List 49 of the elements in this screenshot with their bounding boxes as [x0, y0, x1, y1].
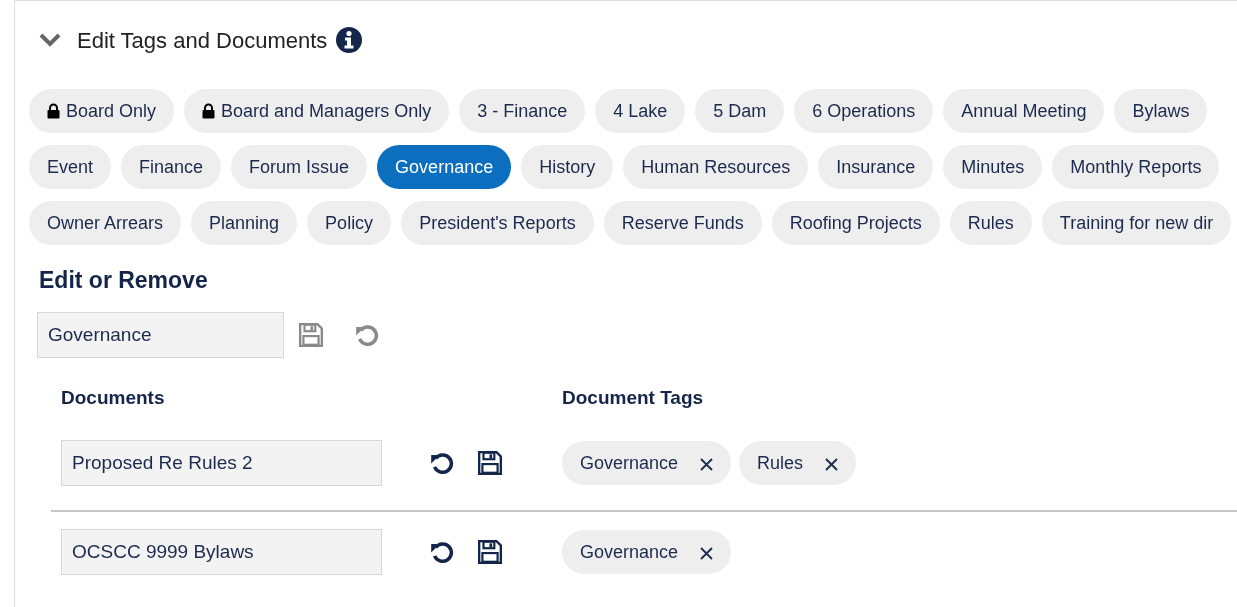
document-name-field[interactable]: Proposed Re Rules 2 — [61, 440, 382, 486]
section-heading: Edit or Remove — [39, 266, 209, 295]
tag-chip[interactable]: Training for new dir — [1041, 201, 1232, 245]
tag-chip[interactable]: Annual Meeting — [943, 89, 1105, 133]
close-icon — [825, 458, 839, 472]
tag-chip[interactable]: Roofing Projects — [771, 201, 940, 245]
document-name-field[interactable]: OCSCC 9999 Bylaws — [61, 529, 382, 575]
undo-icon — [429, 539, 455, 565]
tag-label: Rules — [757, 451, 804, 475]
tag-chip[interactable]: Reserve Funds — [603, 201, 762, 245]
close-icon — [700, 547, 714, 561]
tag-chip[interactable]: Monthly Reports — [1052, 145, 1220, 189]
tag-chip[interactable]: Board Only — [29, 89, 175, 133]
tag-chip[interactable]: Forum Issue — [231, 145, 368, 189]
save-icon — [477, 539, 503, 565]
tag-chip[interactable]: Rules — [949, 201, 1032, 245]
column-header: Documents — [61, 385, 166, 410]
tag-chip[interactable]: History — [521, 145, 614, 189]
chevron-icon[interactable] — [39, 33, 61, 47]
tag-chip[interactable]: Governance — [377, 145, 512, 189]
undo-button[interactable] — [429, 450, 455, 476]
tag-chip[interactable]: Minutes — [943, 145, 1043, 189]
save-icon — [477, 450, 503, 476]
info-icon[interactable] — [335, 26, 364, 54]
tag-label: Governance — [580, 451, 679, 475]
undo-button[interactable] — [429, 539, 455, 565]
tag-label: Governance — [580, 540, 679, 564]
tag-chip[interactable]: Owner Arrears — [29, 201, 182, 245]
tag-chip[interactable]: Insurance — [818, 145, 934, 189]
save-icon — [298, 321, 324, 348]
column-header: Document Tags — [562, 385, 704, 410]
tag-chip[interactable]: 6 Operations — [794, 89, 934, 133]
tag-chip[interactable]: Policy — [307, 201, 392, 245]
tag-chip[interactable]: Bylaws — [1114, 89, 1208, 133]
tag-chip[interactable]: Finance — [121, 145, 222, 189]
tag-chip[interactable]: 5 Dam — [695, 89, 785, 133]
tag-chip[interactable]: 3 - Finance — [459, 89, 586, 133]
undo-icon — [429, 450, 455, 476]
tag-chip[interactable]: Board and Managers Only — [184, 89, 450, 133]
panel-title: Edit Tags and Documents — [77, 26, 328, 55]
tag-chip[interactable]: Human Resources — [623, 145, 809, 189]
close-icon — [700, 458, 714, 472]
save-button[interactable] — [477, 450, 503, 476]
tag-chip[interactable]: Planning — [191, 201, 298, 245]
tag-chip[interactable]: President's Reports — [401, 201, 594, 245]
save-button[interactable] — [477, 539, 503, 565]
tag-chip[interactable]: 4 Lake — [595, 89, 686, 133]
tag-name-field[interactable]: Governance — [37, 311, 284, 358]
tag-chip[interactable]: Event — [29, 145, 112, 189]
